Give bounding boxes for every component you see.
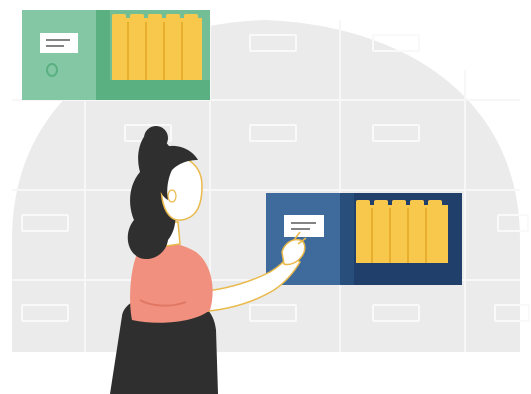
illustration-scene — [0, 0, 531, 394]
label-card-icon — [284, 215, 324, 237]
illustration-svg — [12, 10, 530, 394]
yellow-folders-top — [112, 14, 202, 80]
label-card-icon — [40, 33, 78, 53]
hair-bun — [144, 126, 168, 150]
yellow-folders-right — [356, 200, 448, 263]
green-archive-box — [22, 10, 210, 100]
